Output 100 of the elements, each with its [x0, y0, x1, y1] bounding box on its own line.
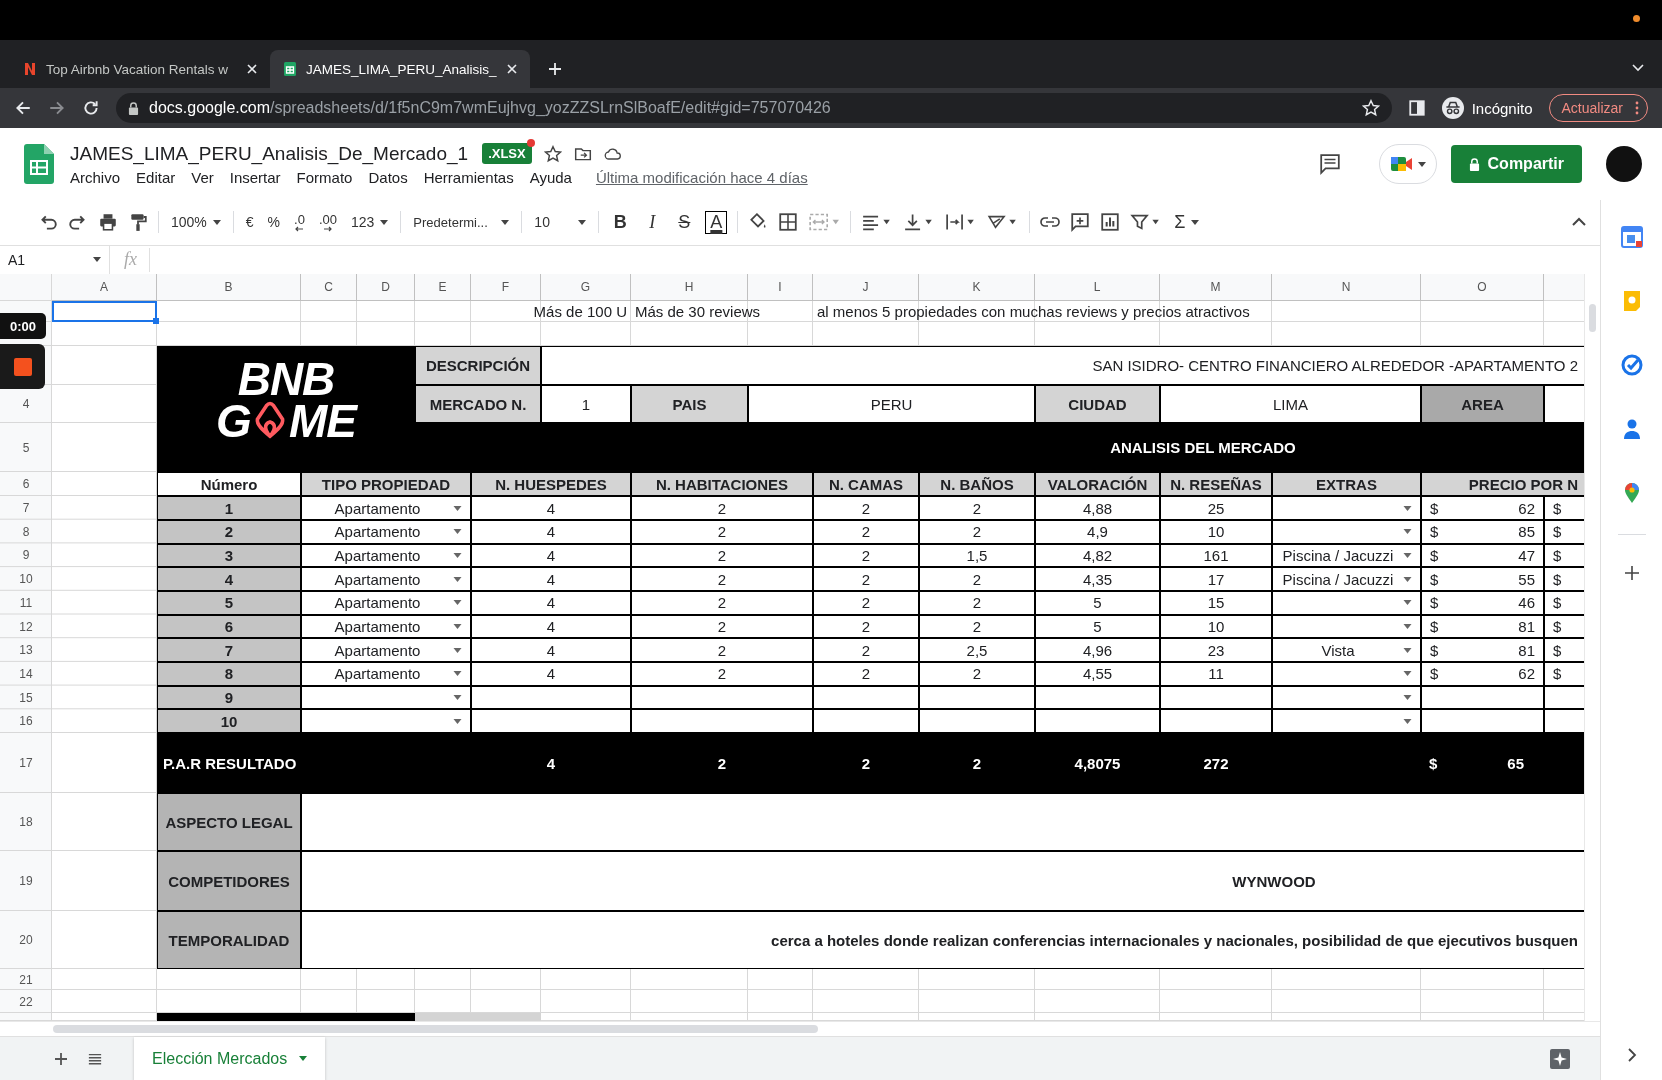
column-header[interactable]: A: [52, 274, 157, 302]
star-icon[interactable]: [543, 144, 562, 163]
dropdown-cell[interactable]: Apartamento: [301, 543, 471, 568]
column-header[interactable]: I: [748, 274, 813, 302]
menu-item[interactable]: Datos: [368, 168, 408, 186]
sheets-logo-icon[interactable]: [24, 144, 54, 184]
dropdown-cell[interactable]: [1272, 614, 1421, 639]
back-icon[interactable]: [14, 99, 32, 117]
dropdown-cell[interactable]: Apartamento: [301, 591, 471, 615]
dropdown-cell[interactable]: Apartamento: [301, 496, 471, 520]
row-header[interactable]: 14: [0, 662, 52, 686]
dropdown-cell[interactable]: Apartamento: [301, 638, 471, 663]
dropdown-cell[interactable]: Apartamento: [301, 662, 471, 686]
row-header[interactable]: 22: [0, 990, 52, 1014]
column-header[interactable]: N: [1272, 274, 1421, 302]
text-color-button[interactable]: A: [705, 210, 728, 234]
dropdown-cell[interactable]: [301, 685, 471, 710]
dropdown-cell[interactable]: Apartamento: [301, 519, 471, 544]
italic-button[interactable]: I: [641, 211, 664, 233]
increase-decimals-button[interactable]: .00: [316, 212, 339, 232]
add-sheet-icon[interactable]: [54, 1051, 68, 1066]
column-header[interactable]: G: [541, 274, 631, 302]
document-title[interactable]: JAMES_LIMA_PERU_Analisis_De_Mercado_1: [70, 142, 469, 165]
dropdown-cell[interactable]: [1272, 709, 1421, 734]
menu-item[interactable]: Formato: [296, 168, 353, 186]
merge-cells-icon[interactable]: [808, 212, 841, 233]
browser-tab[interactable]: JAMES_LIMA_PERU_Analisis_: [270, 50, 530, 88]
paint-format-icon[interactable]: [128, 212, 148, 233]
column-header[interactable]: F: [471, 274, 541, 302]
explore-icon[interactable]: [1550, 1048, 1570, 1069]
row-header[interactable]: 15: [0, 685, 52, 710]
meet-button[interactable]: [1378, 144, 1437, 184]
strikethrough-button[interactable]: S: [673, 211, 696, 233]
chart-icon[interactable]: [1100, 212, 1121, 233]
close-icon[interactable]: [506, 63, 518, 75]
address-bar[interactable]: docs.google.com/spreadsheets/d/1f5nC9m7wmEujhvg_yozZZSLrnSlBoafE/edit#gid=757070426: [116, 93, 1392, 123]
menu-item[interactable]: Editar: [136, 168, 176, 186]
menu-item[interactable]: Ayuda: [529, 168, 572, 186]
percent-button[interactable]: %: [265, 214, 283, 231]
print-icon[interactable]: [98, 212, 118, 233]
dropdown-cell[interactable]: Vista: [1272, 638, 1421, 663]
column-header[interactable]: D: [357, 274, 415, 302]
dropdown-cell[interactable]: Apartamento: [301, 614, 471, 639]
chevron-down-icon[interactable]: [1632, 64, 1644, 72]
column-header[interactable]: M: [1160, 274, 1272, 302]
column-header[interactable]: E: [415, 274, 471, 302]
font-size-select[interactable]: 10: [532, 214, 589, 231]
stop-recording-button[interactable]: [0, 344, 45, 389]
dropdown-cell[interactable]: [1272, 685, 1421, 710]
browser-tab[interactable]: Top Airbnb Vacation Rentals w: [10, 50, 270, 88]
row-header[interactable]: 11: [0, 591, 52, 615]
row-header[interactable]: 18: [0, 793, 52, 852]
comment-icon[interactable]: [1318, 153, 1341, 175]
column-header[interactable]: O: [1421, 274, 1544, 302]
borders-icon[interactable]: [778, 212, 799, 233]
row-header[interactable]: 9: [0, 543, 52, 568]
share-button[interactable]: Compartir: [1450, 145, 1582, 183]
menu-icon[interactable]: [88, 1051, 102, 1066]
row-header[interactable]: 7: [0, 496, 52, 520]
row-header[interactable]: 16: [0, 709, 52, 734]
row-header[interactable]: 4: [0, 385, 52, 424]
dropdown-cell[interactable]: [1272, 519, 1421, 544]
row-header[interactable]: 8: [0, 519, 52, 544]
menu-item[interactable]: Archivo: [70, 168, 121, 186]
dropdown-cell[interactable]: [301, 709, 471, 734]
row-header[interactable]: 12: [0, 614, 52, 639]
row-header[interactable]: 10: [0, 567, 52, 591]
sheet-tab[interactable]: Elección Mercados: [134, 1036, 326, 1080]
reload-icon[interactable]: [82, 99, 100, 117]
row-header[interactable]: 5: [0, 423, 52, 473]
expand-icon[interactable]: [1626, 1048, 1637, 1062]
calendar-icon[interactable]: [1620, 226, 1643, 248]
decrease-decimals-button[interactable]: .0: [292, 212, 307, 232]
menu-item[interactable]: Insertar: [229, 168, 281, 186]
avatar[interactable]: [1606, 146, 1642, 182]
dropdown-cell[interactable]: [1272, 496, 1421, 520]
zoom-select[interactable]: 100%: [169, 214, 223, 231]
column-header[interactable]: H: [631, 274, 748, 302]
close-icon[interactable]: [246, 63, 258, 75]
dropdown-cell[interactable]: Apartamento: [301, 567, 471, 591]
column-header[interactable]: L: [1035, 274, 1160, 302]
collapse-icon[interactable]: [1572, 217, 1586, 228]
row-header[interactable]: 17: [0, 733, 52, 794]
column-header[interactable]: J: [813, 274, 919, 302]
comment-icon[interactable]: [1070, 212, 1091, 233]
cell-selection[interactable]: [52, 301, 157, 323]
currency-button[interactable]: €: [243, 214, 256, 231]
menu-item[interactable]: Herramientas: [423, 168, 514, 186]
row-header[interactable]: 6: [0, 472, 52, 497]
menu-item[interactable]: Ver: [191, 168, 214, 186]
row-header[interactable]: 13: [0, 638, 52, 663]
dropdown-cell[interactable]: [1272, 662, 1421, 686]
font-select[interactable]: Predetermi...: [411, 214, 512, 230]
column-header[interactable]: C: [301, 274, 357, 302]
column-header[interactable]: K: [919, 274, 1035, 302]
row-header[interactable]: 20: [0, 911, 52, 970]
profile-button[interactable]: Incógnito: [1441, 97, 1533, 119]
column-header[interactable]: B: [157, 274, 301, 302]
row-header[interactable]: 19: [0, 851, 52, 912]
dropdown-cell[interactable]: [1272, 591, 1421, 615]
